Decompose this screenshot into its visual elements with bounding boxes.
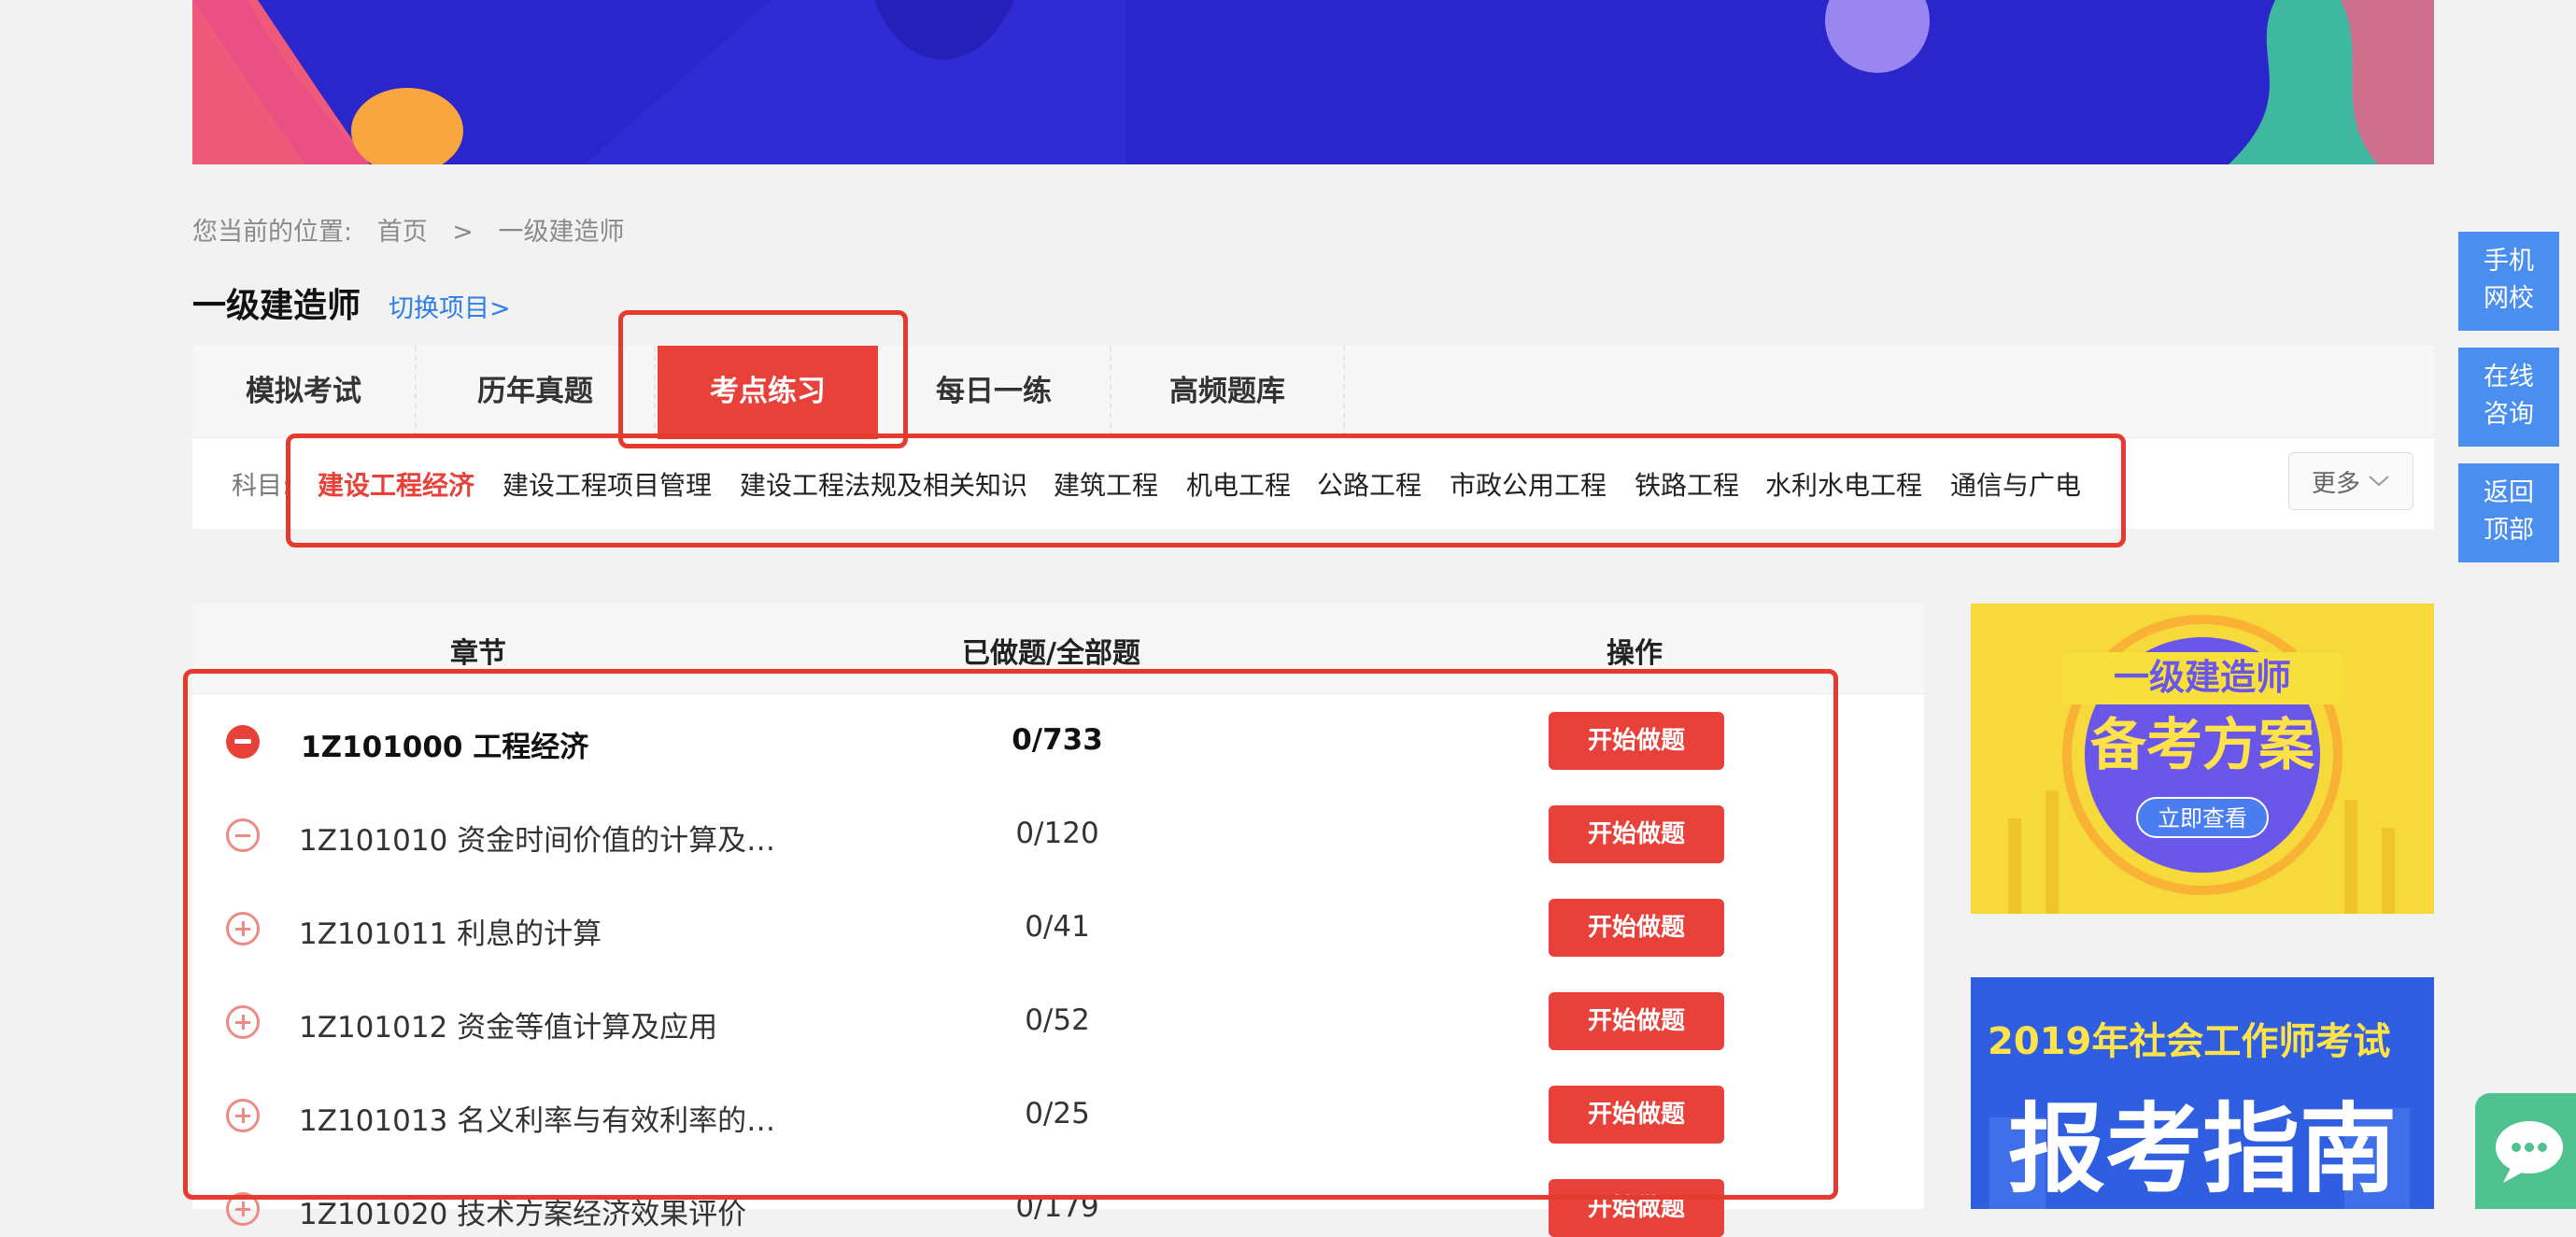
chat-widget-button[interactable] bbox=[2475, 1093, 2576, 1209]
online-consult-button[interactable]: 在线 咨询 bbox=[2458, 348, 2559, 447]
tab-mock-exam[interactable]: 模拟考试 bbox=[192, 346, 417, 437]
chat-bubble-icon bbox=[2496, 1121, 2563, 1183]
mobile-school-button[interactable]: 手机 网校 bbox=[2458, 232, 2559, 331]
breadcrumb-current: 一级建造师 bbox=[498, 218, 625, 247]
side-button-line1: 手机 bbox=[2484, 247, 2534, 276]
side-button-line2: 顶部 bbox=[2484, 516, 2534, 545]
breadcrumb-separator: > bbox=[452, 218, 474, 247]
banner-graphic bbox=[192, 0, 2434, 164]
chevron-down-icon bbox=[2369, 476, 2389, 487]
ad2-title: 报考指南 bbox=[2008, 1092, 2397, 1206]
more-label: 更多 bbox=[2311, 469, 2360, 498]
top-banner[interactable] bbox=[192, 0, 2434, 164]
ad-exam-guide[interactable]: 2019年社会工作师考试 报考指南 bbox=[1971, 977, 2434, 1209]
tab-high-frequency[interactable]: 高频题库 bbox=[1111, 346, 1345, 437]
breadcrumb: 您当前的位置: 首页 > 一级建造师 bbox=[192, 211, 642, 248]
switch-project-link[interactable]: 切换项目> bbox=[389, 288, 511, 324]
ad2-subtitle: 2019年社会工作师考试 bbox=[1988, 1020, 2390, 1063]
ad1-subtitle: 一级建造师 bbox=[2114, 657, 2291, 698]
header-progress: 已做题/全部题 bbox=[962, 637, 1140, 670]
highlight-subjects-box bbox=[286, 434, 2126, 547]
highlight-table-box bbox=[183, 669, 1838, 1200]
ad-exam-guide-graphic: 2019年社会工作师考试 报考指南 bbox=[1971, 977, 2434, 1209]
side-button-line1: 返回 bbox=[2484, 478, 2534, 507]
subject-label: 科目: bbox=[232, 472, 291, 501]
page-title: 一级建造师 bbox=[192, 287, 361, 325]
ad-study-plan[interactable]: 一级建造师 备考方案 立即查看 bbox=[1971, 604, 2434, 914]
side-button-line2: 咨询 bbox=[2484, 400, 2534, 429]
side-button-line1: 在线 bbox=[2484, 363, 2534, 391]
header-action: 操作 bbox=[1606, 637, 1663, 670]
ad-study-plan-graphic: 一级建造师 备考方案 立即查看 bbox=[1971, 604, 2434, 914]
tab-daily-practice[interactable]: 每日一练 bbox=[878, 346, 1111, 437]
more-subjects-button[interactable]: 更多 bbox=[2288, 452, 2413, 510]
breadcrumb-home-link[interactable]: 首页 bbox=[377, 218, 428, 247]
back-to-top-button[interactable]: 返回 顶部 bbox=[2458, 463, 2559, 562]
highlight-tab-box bbox=[618, 310, 908, 448]
ad1-title: 备考方案 bbox=[2090, 713, 2315, 778]
side-button-line2: 网校 bbox=[2484, 284, 2534, 313]
breadcrumb-prefix: 您当前的位置: bbox=[192, 218, 353, 247]
header-chapter: 章节 bbox=[450, 637, 506, 670]
ad1-button-label: 立即查看 bbox=[2158, 805, 2247, 832]
